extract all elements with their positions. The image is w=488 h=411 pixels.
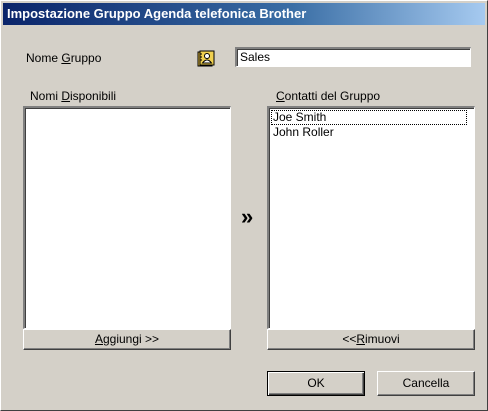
group-name-label-rest: ruppo bbox=[70, 51, 102, 65]
group-contacts-label-rest: ontatti del Gruppo bbox=[284, 89, 381, 103]
add-button-accelerator: A bbox=[94, 332, 103, 346]
remove-button-prefix: << bbox=[342, 332, 357, 346]
group-name-value: Sales bbox=[240, 50, 271, 64]
available-names-label-text: Nomi bbox=[30, 89, 62, 103]
add-button-label: ggiungi >> bbox=[102, 332, 160, 346]
list-item[interactable]: Joe Smith bbox=[271, 110, 467, 125]
group-contacts-label-accelerator: C bbox=[276, 89, 285, 103]
list-item-label: Joe Smith bbox=[273, 110, 327, 124]
remove-button[interactable]: << Rimuovi bbox=[267, 329, 475, 350]
address-book-icon bbox=[197, 50, 215, 67]
remove-button-accelerator: R bbox=[356, 332, 365, 346]
group-contacts-label: Contatti del Gruppo bbox=[276, 89, 380, 103]
transfer-arrow-icon: » bbox=[241, 204, 254, 229]
group-name-label: Nome Gruppo bbox=[26, 51, 101, 65]
dialog-window: Impostazione Gruppo Agenda telefonica Br… bbox=[0, 0, 488, 411]
ok-button-label: OK bbox=[307, 376, 325, 390]
available-names-label: Nomi Disponibili bbox=[30, 89, 116, 103]
title-bar: Impostazione Gruppo Agenda telefonica Br… bbox=[3, 3, 485, 25]
group-name-label-accelerator: G bbox=[61, 51, 71, 65]
available-names-label-accelerator: D bbox=[61, 89, 71, 103]
add-button[interactable]: Aggiungi >> bbox=[23, 329, 231, 350]
available-names-label-rest: isponibili bbox=[70, 89, 117, 103]
window-title: Impostazione Gruppo Agenda telefonica Br… bbox=[7, 6, 307, 21]
cancel-button[interactable]: Cancella bbox=[377, 371, 475, 396]
group-name-input[interactable]: Sales bbox=[235, 47, 471, 67]
group-name-label-text: Nome bbox=[26, 51, 62, 65]
ok-button[interactable]: OK bbox=[267, 371, 365, 396]
cancel-button-label: Cancella bbox=[402, 376, 450, 390]
group-contacts-list[interactable]: Joe Smith John Roller bbox=[267, 106, 475, 329]
remove-button-label: imuovi bbox=[365, 332, 400, 346]
available-names-list[interactable] bbox=[23, 106, 231, 329]
list-item[interactable]: John Roller bbox=[271, 125, 336, 140]
list-item-label: John Roller bbox=[273, 125, 334, 139]
